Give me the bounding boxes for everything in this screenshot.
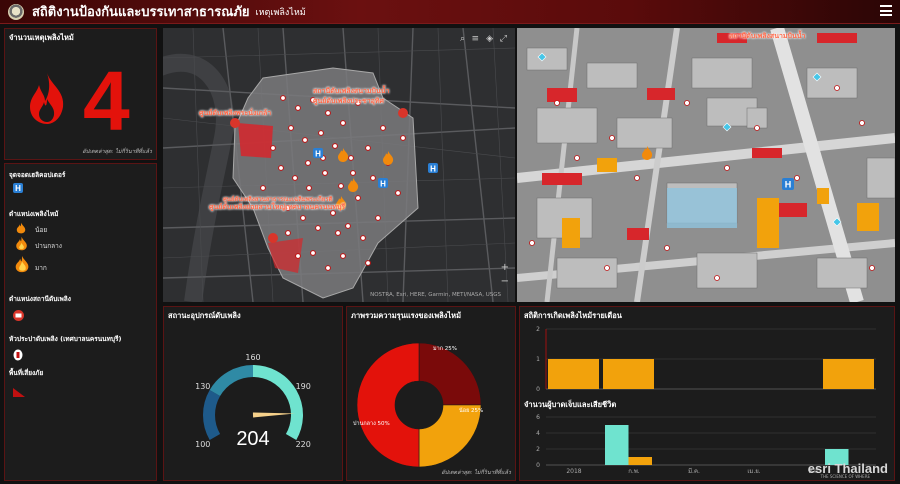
chart1-ytick-1: 1 — [536, 356, 540, 363]
map-attribution: NOSTRA, Esri, HERE, Garmin, METI/NASA, U… — [370, 292, 501, 298]
fire-large-icon — [15, 255, 29, 273]
basemap-icon[interactable]: ◈ — [486, 34, 493, 44]
fire-count-panel: จำนวนเหตุเพลิงไหม้ 4 อัปเดตล่าสุด: ไม่กี… — [4, 28, 157, 160]
chart1-ytick-2: 2 — [536, 326, 540, 333]
gauge-tick-160: 160 — [245, 353, 260, 362]
fire-level-low: น้อย — [35, 226, 48, 234]
x-label-0: 2018 — [566, 468, 581, 475]
gauge-value: 204 — [236, 428, 269, 450]
fire-count-value: 4 — [83, 54, 130, 148]
legend-hydrant-title: หัวประปาดับเพลิง (เทศบาลนครนนทบุรี) — [9, 335, 122, 343]
layers-icon[interactable]: ≡ — [471, 34, 479, 44]
x-label-1: ก.พ. — [628, 468, 639, 475]
chart1-bar-1 — [603, 359, 654, 389]
chart2-ytick-0: 0 — [536, 462, 540, 469]
chart2-ytick-6: 6 — [536, 414, 540, 421]
map-3d[interactable]: H สถานีดับเพลิงสนามบินน้ำ — [517, 28, 895, 302]
expand-icon[interactable]: ⤢ — [500, 34, 507, 44]
pie-label-low: น้อย 25% — [459, 408, 484, 414]
svg-text:H: H — [15, 184, 21, 193]
pie-chart — [356, 342, 482, 468]
municipality-logo — [8, 3, 24, 20]
legend-heli-title: จุดจอดเฮลิคอปเตอร์ — [9, 171, 66, 179]
chart2-ytick-2: 2 — [536, 446, 540, 453]
map-2d-basemap: H H H — [163, 28, 515, 302]
map-label-station-2: ศูนย์ดับเพลิงประชาอุทิศ — [313, 97, 384, 105]
legend-panel: จุดจอดเฮลิคอปเตอร์ H ตำแหน่งเพลิงไหม้ น้… — [4, 163, 157, 481]
last-updated-note: อัปเดตล่าสุด: ไม่กี่วินาทีที่แล้ว — [82, 149, 152, 155]
fire-count-title: จำนวนเหตุเพลิงไหม้ — [9, 33, 74, 42]
zoom-in-button[interactable]: + — [501, 262, 509, 273]
fire-icon — [30, 73, 64, 124]
hydrant-icon — [13, 349, 23, 361]
gauge-tick-220: 220 — [296, 440, 311, 449]
pie-panel: ภาพรวมความรุนแรงของเพลิงไหม้ มาก 25% น้อ… — [346, 306, 516, 481]
map-label-station-5: ศูนย์ดับเพลิงย่อยสวนใหญ่เทศบาลนครนนทบุรี — [209, 203, 346, 211]
svg-text:H: H — [315, 150, 321, 159]
legend-fire-title: ตำแหน่งเพลิงไหม้ — [9, 210, 59, 218]
gauge-tick-130: 130 — [195, 382, 210, 391]
bar-charts-panel: สถิติการเกิดเพลิงไหม้รายเดือน จำนวนผู้บา… — [519, 306, 895, 481]
x-label-3: เม.ย. — [747, 468, 760, 475]
search-icon[interactable]: ⌕ — [460, 34, 465, 44]
pie-label-medium: ปานกลาง 50% — [353, 421, 390, 427]
app-header: สถิติงานป้องกันและบรรเทาสาธารณภัย เหตุเพ… — [0, 0, 900, 24]
bar-charts: 01202462018 ก.พ. มี.ค. เม.ย. พ.ค. — [536, 326, 876, 475]
menu-icon[interactable] — [880, 5, 892, 17]
x-label-2: มี.ค. — [688, 467, 700, 475]
svg-text:H: H — [380, 180, 386, 189]
map3d-label-station: สถานีดับเพลิงสนามบินน้ำ — [729, 32, 806, 40]
risk-area-icon — [13, 388, 25, 397]
fire-level-medium: ปานกลาง — [35, 242, 62, 250]
svg-text:H: H — [430, 165, 436, 174]
fire-medium-icon — [16, 236, 27, 251]
fire-level-high: มาก — [35, 264, 47, 272]
esri-tagline: THE SCIENCE OF WHERE — [820, 474, 870, 479]
fire-small-icon — [16, 222, 26, 234]
gauge-band-mid — [209, 365, 254, 397]
map-2d[interactable]: H H H สถานีดับเพลิงสนามบินน้ำ ศูนย์ดับเพ… — [163, 28, 515, 302]
chart2-ytick-4: 4 — [536, 430, 540, 437]
map-label-station-3: ศูนย์ดับเพลิงพระนั่งเกล้า — [199, 109, 272, 117]
legend-risk-title: พื้นที่เสี่ยงภัย — [9, 369, 44, 377]
fire-station-icon — [13, 310, 24, 321]
chart1-ytick-0: 0 — [536, 386, 540, 393]
gauge-chart: 100 130 160 190 220 204 — [195, 353, 311, 450]
helicopter-pad-icon: H — [13, 183, 23, 193]
chart2-bar-1-1 — [628, 457, 652, 465]
svg-text:H: H — [785, 180, 792, 190]
gauge-tick-100: 100 — [195, 440, 210, 449]
gauge-title: สถานะอุปกรณ์ดับเพลิง — [168, 311, 241, 320]
chart1-bar-0 — [548, 359, 599, 389]
legend-station-title: ตำแหน่งสถานีดับเพลิง — [9, 295, 71, 303]
page-subtitle: เหตุเพลิงไหม้ — [255, 7, 306, 18]
gauge-tick-190: 190 — [296, 382, 311, 391]
chart2-bar-0-1 — [605, 425, 629, 465]
pie-slice-2 — [356, 342, 420, 468]
zoom-out-button[interactable]: − — [501, 276, 509, 287]
map-3d-scene: H — [517, 28, 895, 302]
pie-title: ภาพรวมความรุนแรงของเพลิงไหม้ — [351, 311, 462, 320]
chart1-bar-5 — [823, 359, 874, 389]
gauge-needle — [252, 412, 295, 418]
pie-last-updated: อัปเดตล่าสุด: ไม่กี่วินาทีที่แล้ว — [441, 470, 511, 476]
gauge-panel: สถานะอุปกรณ์ดับเพลิง 100 130 160 190 220 204 — [163, 306, 343, 481]
page-title: สถิติงานป้องกันและบรรเทาสาธารณภัย — [32, 5, 250, 20]
pie-label-high: มาก 25% — [433, 346, 458, 352]
gauge-band-low — [203, 390, 221, 440]
